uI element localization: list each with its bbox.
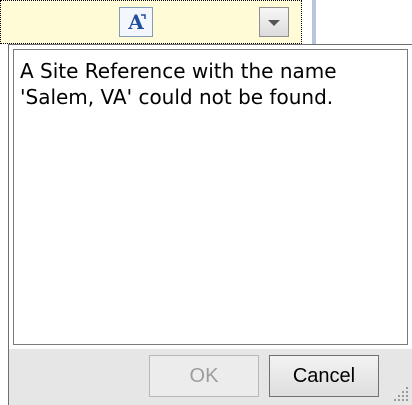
page: A A Site Reference with the name 'Salem,… [0,0,412,405]
ok-button-label: OK [189,364,219,387]
cancel-button[interactable]: Cancel [269,355,379,397]
font-a-icon[interactable]: A [119,7,153,37]
divider-gap [302,0,312,44]
message-text[interactable]: A Site Reference with the name 'Salem, V… [13,49,408,345]
chevron-down-icon [266,13,282,32]
cancel-button-label: Cancel [292,364,356,387]
message-popup: A Site Reference with the name 'Salem, V… [8,44,412,405]
divider-bar [312,0,316,44]
field-header[interactable]: A [0,0,302,44]
dropdown-button[interactable] [259,7,289,37]
ok-button[interactable]: OK [149,355,259,397]
button-bar: OK Cancel [9,349,412,405]
resize-grip-icon[interactable] [386,379,412,405]
